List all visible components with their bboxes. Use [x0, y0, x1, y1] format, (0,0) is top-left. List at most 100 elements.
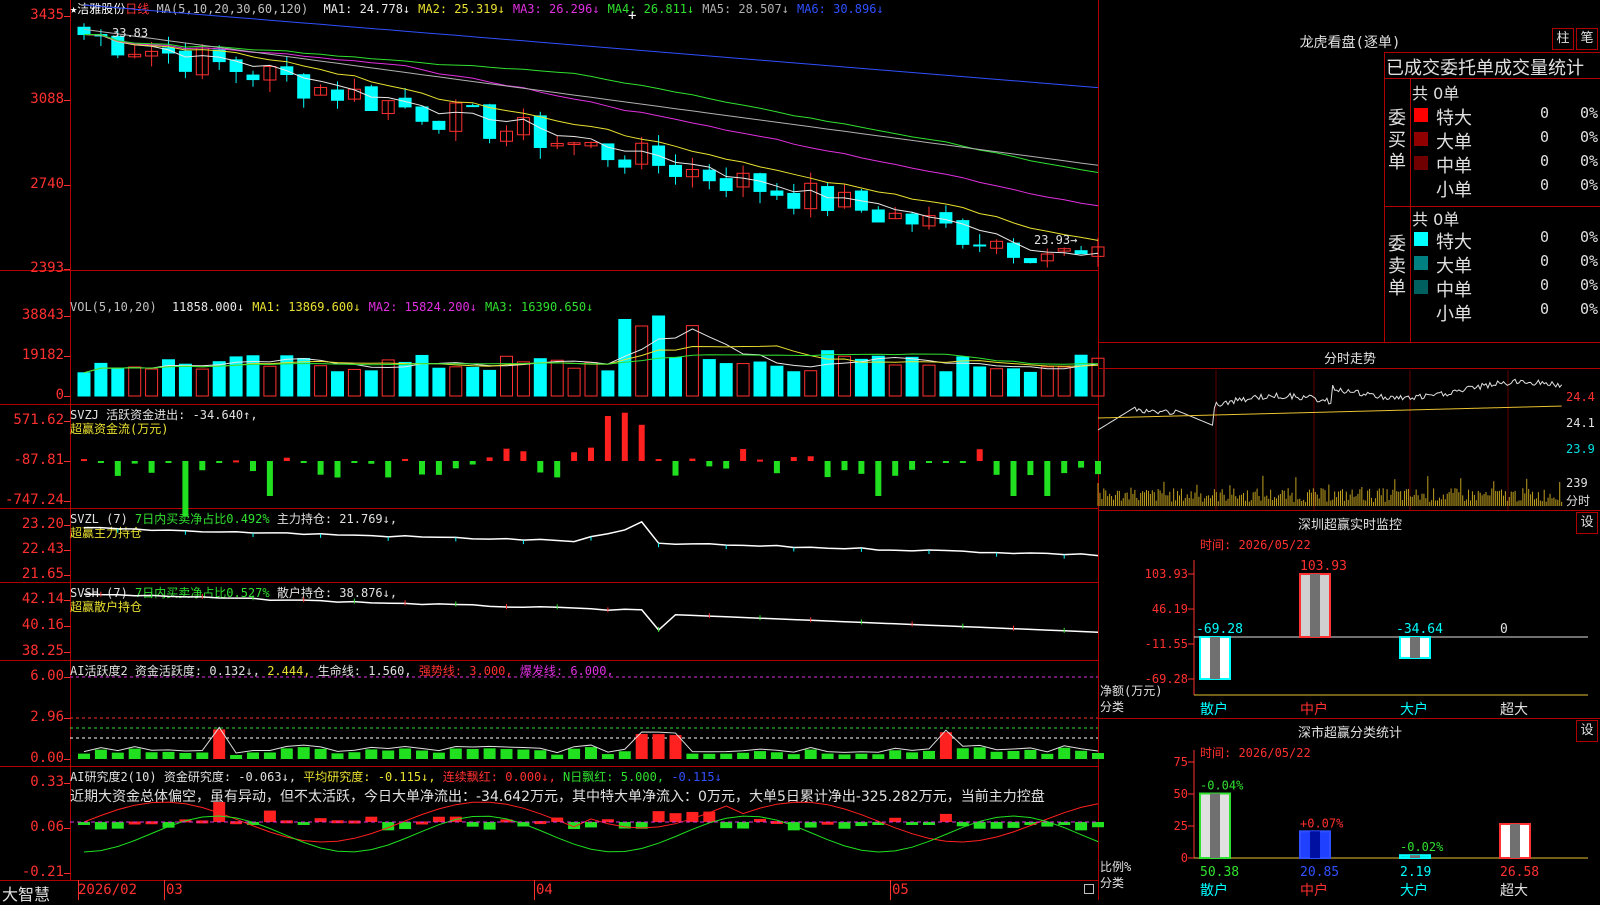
- vol-bar-28: [550, 359, 564, 397]
- sm-chg-2: -0.02%: [1400, 840, 1444, 854]
- vol-bar-26: [516, 361, 530, 397]
- intraday-chart[interactable]: [1097, 370, 1564, 510]
- svzj-bar-29: [571, 452, 578, 461]
- svzj-bar-30: [588, 447, 594, 461]
- vol-bar-31: [601, 370, 615, 397]
- x-tick-2: [534, 880, 535, 900]
- sz-bar-shade-2: [1410, 637, 1420, 659]
- sm-stats-chart[interactable]: 75 50 25 0 -0.04% 50.38 散户 +0.07% 20.85 中户 -0.02% 2…: [1098, 750, 1600, 900]
- svzj-bar-32: [621, 412, 628, 461]
- main-position-chart[interactable]: [0, 508, 1099, 582]
- buy-name-3: 小单: [1436, 180, 1472, 201]
- candle-body-32: [618, 159, 632, 168]
- svzj-bar-22: [452, 461, 459, 469]
- volume-chart[interactable]: [0, 270, 1105, 404]
- sz-bar-label-1: 103.93: [1300, 559, 1347, 574]
- vol-bar-44: [821, 350, 835, 397]
- activity-chart[interactable]: [0, 660, 1104, 766]
- ai1-bar-52: [956, 748, 969, 759]
- lock-icon[interactable]: [1084, 884, 1094, 894]
- ai1-bar-31: [601, 754, 614, 759]
- svzj-bar-8: [216, 461, 223, 463]
- fund-flow-chart[interactable]: [0, 404, 1101, 516]
- ai1-bar-20: [416, 750, 428, 759]
- ai1-bar-43: [804, 749, 817, 759]
- buy-name-2: 中单: [1436, 156, 1472, 177]
- sz-net-label: 净额(万元): [1100, 684, 1163, 698]
- sm-y-label-2: 25: [1174, 819, 1188, 833]
- svzj-bar-23: [469, 461, 476, 465]
- x-label-1: 03: [166, 882, 183, 898]
- retail-position-chart[interactable]: [0, 582, 1099, 660]
- sz-monitor-chart[interactable]: 103.9346.19-11.55-69.28-69.28散户103.93中户-…: [1098, 540, 1600, 720]
- svsh-line: [83, 593, 1099, 633]
- ai1-bar-4: [145, 752, 158, 759]
- sell-swatch-2: [1414, 280, 1428, 294]
- ai1-bar-42: [787, 754, 800, 759]
- high-label: 33.83: [112, 26, 149, 40]
- vol-bar-56: [1023, 371, 1037, 397]
- sz-y-label-2: -11.55: [1145, 637, 1188, 651]
- ai1-bar-0: [78, 753, 90, 759]
- ai1-bar-17: [365, 749, 378, 759]
- svzj-bar-33: [638, 424, 645, 461]
- candle-body-21: [432, 120, 446, 130]
- bar-mode-button[interactable]: 柱: [1552, 28, 1574, 50]
- x-label-3: 05: [892, 882, 909, 898]
- ai1-bar-53: [973, 747, 986, 759]
- buy-swatch-2: [1414, 156, 1428, 170]
- sm-cat-label: 分类: [1100, 876, 1125, 890]
- ai2-bar-37: [703, 811, 716, 822]
- ai1-bar-11: [263, 752, 276, 759]
- ai1-bar-15: [331, 753, 344, 759]
- pen-mode-button[interactable]: 笔: [1576, 28, 1598, 50]
- ai1-bar-28: [551, 754, 564, 759]
- sm-settings-button[interactable]: 设: [1576, 720, 1598, 742]
- ai1-bar-36: [686, 753, 699, 759]
- ai1-bar-38: [720, 753, 733, 759]
- research-chart[interactable]: [0, 766, 1104, 880]
- ai1-bar-7: [196, 752, 209, 759]
- svzj-bar-10: [250, 461, 256, 472]
- vol-bar-2: [111, 367, 125, 397]
- dragon-title: 龙虎看盘(逐单): [1299, 35, 1401, 51]
- vol-bar-21: [432, 367, 446, 397]
- svzj-bar-31: [604, 415, 611, 461]
- vol-bar-48: [888, 364, 902, 397]
- candle-body-15: [331, 89, 344, 101]
- sell-pct-3: 0%: [1580, 300, 1599, 318]
- ai1-bar-40: [754, 751, 766, 759]
- intraday-top-line: [1098, 342, 1600, 343]
- ai1-bar-26: [517, 749, 530, 759]
- svzj-bar-43: [807, 456, 814, 461]
- x-tick-3: [890, 880, 891, 900]
- ai1-bar-48: [889, 750, 902, 759]
- sz-bar-label-3: 0: [1500, 622, 1508, 637]
- sz-settings-button[interactable]: 设: [1576, 512, 1598, 534]
- vol-bar-14: [314, 365, 328, 397]
- svzj-bar-4: [148, 461, 155, 473]
- vol-bar-24: [483, 369, 497, 397]
- svzj-bar-17: [368, 461, 375, 464]
- buy-count-2: 0: [1540, 152, 1550, 170]
- sell-swatch-0: [1414, 232, 1428, 246]
- ai1-bar-35: [669, 735, 682, 759]
- sm-bar-shade-2: [1410, 855, 1420, 858]
- sm-bar-shade-0: [1210, 793, 1220, 858]
- ai1-bar-50: [923, 750, 935, 759]
- svzj-bar-56: [1027, 461, 1034, 476]
- ai1-bar-55: [1007, 750, 1020, 759]
- ai1-bar-22: [449, 748, 462, 759]
- ai1-bar-19: [399, 748, 412, 759]
- vol-bar-53: [973, 366, 987, 397]
- buy-count-1: 0: [1540, 128, 1550, 146]
- sm-value-1: 20.85: [1300, 865, 1339, 880]
- buy-total: 共 0单: [1412, 84, 1460, 103]
- candle-body-38: [719, 178, 733, 192]
- ai1-bar-24: [483, 748, 496, 759]
- candlestick-chart[interactable]: [0, 0, 1105, 270]
- candle-body-55: [1007, 242, 1020, 258]
- svzj-bar-42: [790, 457, 797, 461]
- svzj-bar-13: [300, 461, 307, 463]
- ai2-bar-21: [432, 816, 445, 822]
